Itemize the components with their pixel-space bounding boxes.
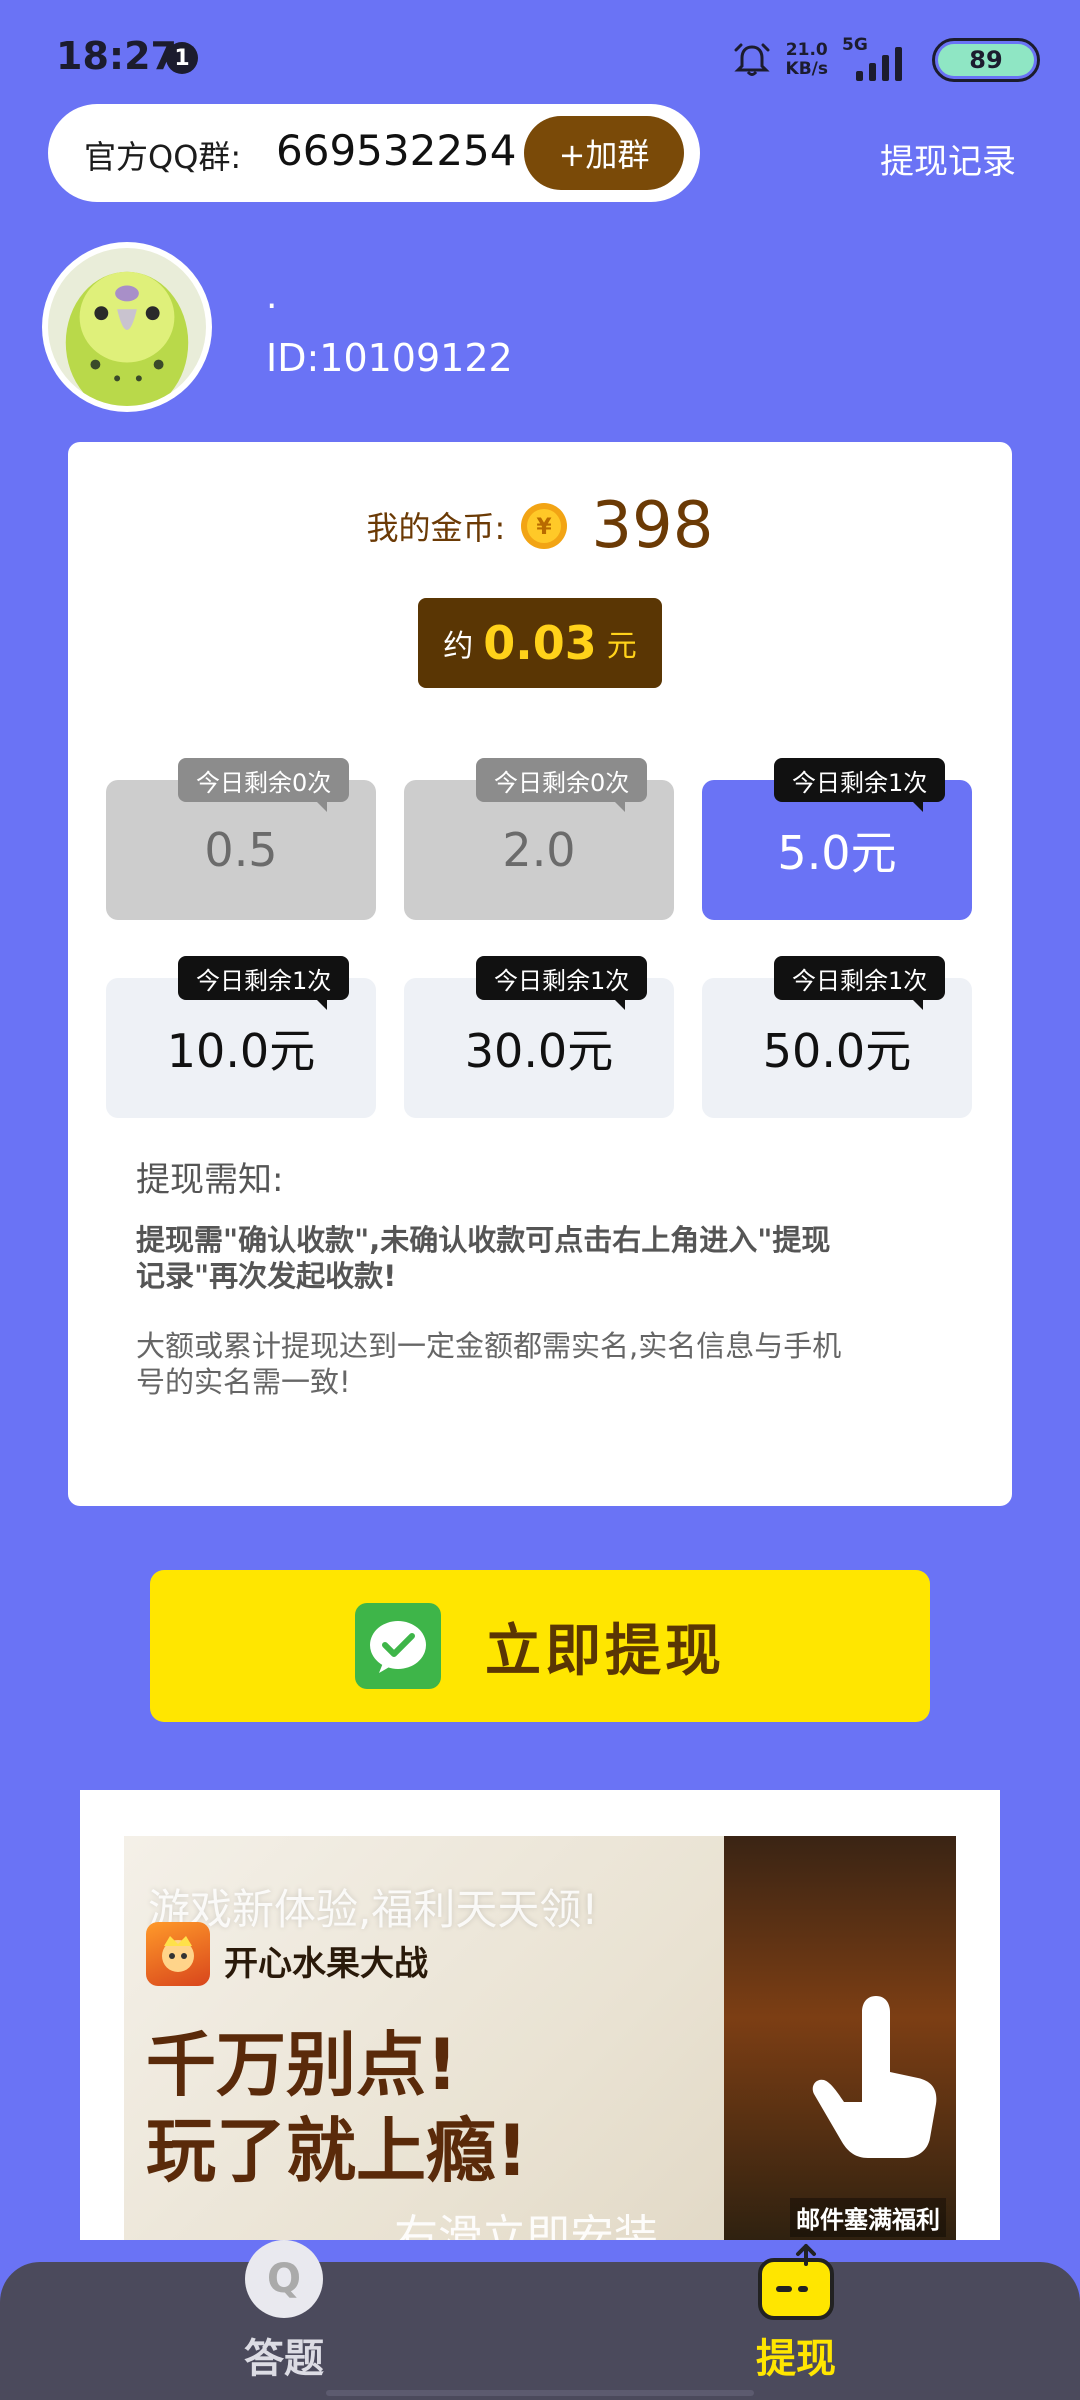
bottom-nav: Q 答题 提现 <box>0 2240 1080 2400</box>
notice-confirm-text: 提现需"确认收款",未确认收款可点击右上角进入"提现记录"再次发起收款! <box>136 1223 831 1293</box>
amount-value: 2.0 <box>502 823 576 877</box>
nav-withdraw-label: 提现 <box>756 2336 836 2382</box>
net-speed: 21.0 KB/s <box>786 41 828 79</box>
amount-value: 5.0元 <box>777 826 897 880</box>
withdraw-now-button[interactable]: 立即提现 <box>150 1570 930 1722</box>
parrot-avatar-image <box>48 248 206 412</box>
amount-option-2-0[interactable]: 今日剩余0次 2.0 <box>404 758 674 920</box>
user-id: ID:10109122 <box>266 336 513 380</box>
remaining-tag: 今日剩余1次 <box>476 956 648 1010</box>
ad-app-name: 开心水果大战 <box>224 1944 428 1984</box>
ad-image[interactable]: 游戏新体验,福利天天领! 开心水果大战 千万别点! 玩了就上瘾! 右滑立即安装 … <box>124 1836 956 2240</box>
avatar <box>42 242 212 412</box>
wechat-pay-icon <box>355 1603 441 1689</box>
coin-balance-row: 我的金币: ¥ 398 <box>68 489 1012 563</box>
net-speed-unit: KB/s <box>785 59 828 79</box>
withdraw-now-label: 立即提现 <box>485 1618 725 1682</box>
qq-group-label: 官方QQ群: <box>84 138 242 176</box>
remaining-tag: 今日剩余1次 <box>178 956 350 1010</box>
alarm-icon <box>733 43 770 76</box>
amount-value: 10.0元 <box>166 1024 316 1078</box>
qq-group-number: 669532254 <box>276 126 517 175</box>
nav-tab-answer[interactable]: Q 答题 <box>204 2240 364 2400</box>
ad-headline-line2: 玩了就上瘾! <box>146 2110 528 2192</box>
amount-value: 0.5 <box>204 823 278 877</box>
withdraw-card: 我的金币: ¥ 398 约 0.03 元 今日剩余0次 0.5 今日剩余0次 2… <box>68 442 1012 1506</box>
approx-unit: 元 <box>606 629 637 664</box>
status-indicators: 21.0 KB/s 5G 89 <box>732 30 1040 90</box>
qq-group-pill: 官方QQ群: 669532254 +加群 <box>48 104 700 202</box>
amount-value: 30.0元 <box>464 1024 614 1078</box>
status-time: 18:27 <box>56 34 177 78</box>
net-speed-value: 21.0 <box>785 40 828 60</box>
remaining-tag: 今日剩余1次 <box>774 956 946 1010</box>
join-group-button[interactable]: +加群 <box>524 116 684 190</box>
battery-level: 89 <box>938 44 1034 76</box>
approx-cash-badge: 约 0.03 元 <box>418 598 662 688</box>
amount-value: 50.0元 <box>762 1024 912 1078</box>
approx-prefix: 约 <box>443 629 474 664</box>
remaining-tag: 今日剩余0次 <box>476 758 648 812</box>
home-indicator[interactable] <box>326 2390 754 2396</box>
pointing-hand-icon <box>812 1996 937 2158</box>
nav-tab-withdraw[interactable]: 提现 <box>716 2244 876 2400</box>
ad-headline-line1: 千万别点! <box>146 2024 458 2106</box>
notice-realname-text: 大额或累计提现达到一定金额都需实名,实名信息与手机号的实名需一致! <box>136 1329 842 1399</box>
user-name: · <box>266 286 278 327</box>
withdraw-record-link[interactable]: 提现记录 <box>880 134 1016 183</box>
remaining-tag: 今日剩余1次 <box>774 758 946 812</box>
ad-mail-reward: 邮件塞满福利 <box>790 2198 946 2237</box>
notification-badge: 1 <box>166 42 198 74</box>
remaining-tag: 今日剩余0次 <box>178 758 350 812</box>
wallet-icon <box>758 2244 834 2320</box>
signal-icon: 5G <box>842 35 918 85</box>
battery-icon: 89 <box>932 38 1040 82</box>
ad-headline: 千万别点! 玩了就上瘾! <box>146 2022 706 2194</box>
ad-install-hint: 右滑立即安装 <box>394 2211 658 2240</box>
nav-answer-label: 答题 <box>244 2336 324 2382</box>
ad-app-icon <box>146 1922 210 1986</box>
ad-banner[interactable]: 游戏新体验,福利天天领! 开心水果大战 千万别点! 玩了就上瘾! 右滑立即安装 … <box>80 1790 1000 2240</box>
coin-label: 我的金币: <box>366 509 506 547</box>
amount-option-30-0[interactable]: 今日剩余1次 30.0元 <box>404 956 674 1118</box>
approx-value: 0.03 <box>483 616 597 670</box>
answer-icon: Q <box>245 2240 323 2318</box>
svg-text:¥: ¥ <box>537 515 553 540</box>
amount-option-0-5[interactable]: 今日剩余0次 0.5 <box>106 758 376 920</box>
amount-option-50-0[interactable]: 今日剩余1次 50.0元 <box>702 956 972 1118</box>
coin-value: 398 <box>591 489 714 563</box>
notice-title: 提现需知: <box>136 1160 284 1200</box>
amount-option-5-0[interactable]: 今日剩余1次 5.0元 <box>702 758 972 920</box>
coin-icon: ¥ <box>521 503 568 549</box>
status-bar: 18:27 1 21.0 KB/s 5G 89 <box>0 0 1080 120</box>
ad-slogan: 游戏新体验,福利天天领! <box>148 1885 599 1934</box>
amount-option-10-0[interactable]: 今日剩余1次 10.0元 <box>106 956 376 1118</box>
